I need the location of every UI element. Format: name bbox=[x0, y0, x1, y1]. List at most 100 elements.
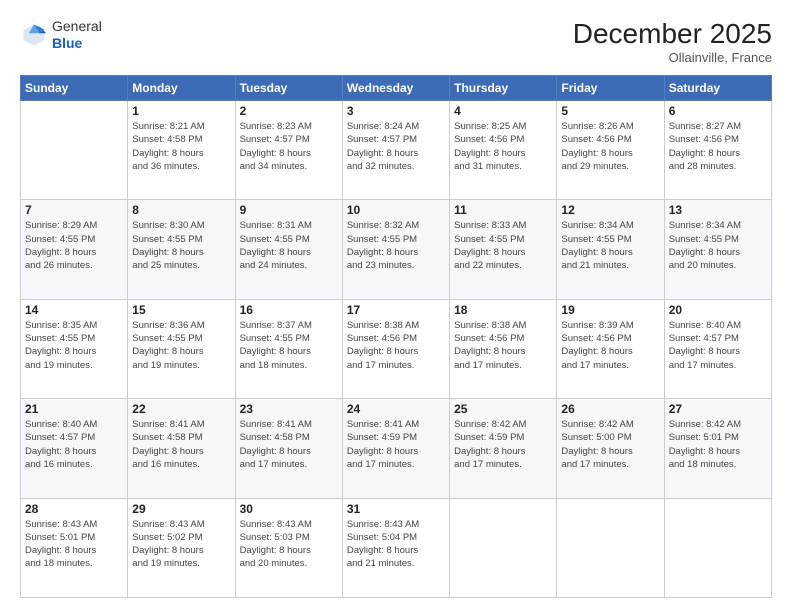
day-info: Sunrise: 8:40 AMSunset: 4:57 PMDaylight:… bbox=[669, 319, 767, 372]
day-info: Sunrise: 8:31 AMSunset: 4:55 PMDaylight:… bbox=[240, 219, 338, 272]
month-title: December 2025 bbox=[573, 18, 772, 50]
day-info: Sunrise: 8:25 AMSunset: 4:56 PMDaylight:… bbox=[454, 120, 552, 173]
calendar-week-row: 1Sunrise: 8:21 AMSunset: 4:58 PMDaylight… bbox=[21, 101, 772, 200]
calendar-cell: 31Sunrise: 8:43 AMSunset: 5:04 PMDayligh… bbox=[342, 498, 449, 597]
calendar-cell: 25 Sunrise: 8:42 AMSunset: 4:59 PMDayligh… bbox=[450, 399, 557, 498]
day-info: Sunrise: 8:29 AMSunset: 4:55 PMDaylight:… bbox=[25, 219, 123, 272]
day-info: Sunrise: 8:39 AMSunset: 4:56 PMDaylight:… bbox=[561, 319, 659, 372]
day-number: 7 bbox=[25, 203, 123, 217]
calendar-cell: 17Sunrise: 8:38 AMSunset: 4:56 PMDayligh… bbox=[342, 299, 449, 398]
day-info: Sunrise: 8:34 AMSunset: 4:55 PMDaylight:… bbox=[669, 219, 767, 272]
day-info: Sunrise: 8:33 AMSunset: 4:55 PMDaylight:… bbox=[454, 219, 552, 272]
day-number: 30 bbox=[240, 502, 338, 516]
day-info: Sunrise: 8:27 AMSunset: 4:56 PMDaylight:… bbox=[669, 120, 767, 173]
day-number: 9 bbox=[240, 203, 338, 217]
day-info: Sunrise: 8:32 AMSunset: 4:55 PMDaylight:… bbox=[347, 219, 445, 272]
calendar-cell: 29 Sunrise: 8:43 AMSunset: 5:02 PMDayligh… bbox=[128, 498, 235, 597]
calendar-header-row: SundayMondayTuesdayWednesdayThursdayFrid… bbox=[21, 76, 772, 101]
calendar-cell: 10 Sunrise: 8:32 AMSunset: 4:55 PMDayligh… bbox=[342, 200, 449, 299]
calendar-cell: 11 Sunrise: 8:33 AMSunset: 4:55 PMDayligh… bbox=[450, 200, 557, 299]
day-number: 10 bbox=[347, 203, 445, 217]
weekday-header: Wednesday bbox=[342, 76, 449, 101]
logo-icon bbox=[20, 21, 48, 49]
calendar-cell: 16Sunrise: 8:37 AMSunset: 4:55 PMDayligh… bbox=[235, 299, 342, 398]
day-number: 18 bbox=[454, 303, 552, 317]
day-number: 29 bbox=[132, 502, 230, 516]
day-number: 20 bbox=[669, 303, 767, 317]
day-number: 5 bbox=[561, 104, 659, 118]
calendar-cell: 23Sunrise: 8:41 AMSunset: 4:58 PMDayligh… bbox=[235, 399, 342, 498]
weekday-header: Monday bbox=[128, 76, 235, 101]
day-info: Sunrise: 8:26 AMSunset: 4:56 PMDaylight:… bbox=[561, 120, 659, 173]
day-info: Sunrise: 8:42 AMSunset: 5:01 PMDaylight:… bbox=[669, 418, 767, 471]
title-area: December 2025 Ollainville, France bbox=[573, 18, 772, 65]
calendar-cell: 18 Sunrise: 8:38 AMSunset: 4:56 PMDayligh… bbox=[450, 299, 557, 398]
day-info: Sunrise: 8:40 AMSunset: 4:57 PMDaylight:… bbox=[25, 418, 123, 471]
calendar-week-row: 28 Sunrise: 8:43 AMSunset: 5:01 PMDayligh… bbox=[21, 498, 772, 597]
day-info: Sunrise: 8:43 AMSunset: 5:01 PMDaylight:… bbox=[25, 518, 123, 571]
day-info: Sunrise: 8:42 AMSunset: 5:00 PMDaylight:… bbox=[561, 418, 659, 471]
calendar-cell: 4Sunrise: 8:25 AMSunset: 4:56 PMDaylight… bbox=[450, 101, 557, 200]
calendar-cell bbox=[450, 498, 557, 597]
calendar-week-row: 14Sunrise: 8:35 AMSunset: 4:55 PMDayligh… bbox=[21, 299, 772, 398]
logo-blue: Blue bbox=[52, 35, 102, 52]
calendar-cell: 14Sunrise: 8:35 AMSunset: 4:55 PMDayligh… bbox=[21, 299, 128, 398]
day-number: 12 bbox=[561, 203, 659, 217]
calendar-week-row: 21 Sunrise: 8:40 AMSunset: 4:57 PMDayligh… bbox=[21, 399, 772, 498]
calendar-cell: 6 Sunrise: 8:27 AMSunset: 4:56 PMDaylight… bbox=[664, 101, 771, 200]
calendar-cell: 12 Sunrise: 8:34 AMSunset: 4:55 PMDayligh… bbox=[557, 200, 664, 299]
day-number: 19 bbox=[561, 303, 659, 317]
day-number: 14 bbox=[25, 303, 123, 317]
day-number: 27 bbox=[669, 402, 767, 416]
day-info: Sunrise: 8:24 AMSunset: 4:57 PMDaylight:… bbox=[347, 120, 445, 173]
calendar-cell: 20 Sunrise: 8:40 AMSunset: 4:57 PMDayligh… bbox=[664, 299, 771, 398]
logo-text: General Blue bbox=[52, 18, 102, 52]
day-info: Sunrise: 8:38 AMSunset: 4:56 PMDaylight:… bbox=[454, 319, 552, 372]
logo: General Blue bbox=[20, 18, 102, 52]
day-info: Sunrise: 8:41 AMSunset: 4:58 PMDaylight:… bbox=[132, 418, 230, 471]
day-number: 28 bbox=[25, 502, 123, 516]
header: General Blue December 2025 Ollainville, … bbox=[20, 18, 772, 65]
day-info: Sunrise: 8:41 AMSunset: 4:59 PMDaylight:… bbox=[347, 418, 445, 471]
day-number: 2 bbox=[240, 104, 338, 118]
day-info: Sunrise: 8:34 AMSunset: 4:55 PMDaylight:… bbox=[561, 219, 659, 272]
day-number: 25 bbox=[454, 402, 552, 416]
weekday-header: Thursday bbox=[450, 76, 557, 101]
day-info: Sunrise: 8:42 AMSunset: 4:59 PMDaylight:… bbox=[454, 418, 552, 471]
calendar-cell: 30 Sunrise: 8:43 AMSunset: 5:03 PMDayligh… bbox=[235, 498, 342, 597]
calendar-cell bbox=[557, 498, 664, 597]
day-number: 13 bbox=[669, 203, 767, 217]
calendar-cell: 3Sunrise: 8:24 AMSunset: 4:57 PMDaylight… bbox=[342, 101, 449, 200]
day-info: Sunrise: 8:41 AMSunset: 4:58 PMDaylight:… bbox=[240, 418, 338, 471]
day-number: 26 bbox=[561, 402, 659, 416]
day-number: 6 bbox=[669, 104, 767, 118]
day-number: 1 bbox=[132, 104, 230, 118]
calendar-cell: 22 Sunrise: 8:41 AMSunset: 4:58 PMDayligh… bbox=[128, 399, 235, 498]
calendar-cell: 8 Sunrise: 8:30 AMSunset: 4:55 PMDaylight… bbox=[128, 200, 235, 299]
weekday-header: Sunday bbox=[21, 76, 128, 101]
day-info: Sunrise: 8:36 AMSunset: 4:55 PMDaylight:… bbox=[132, 319, 230, 372]
location: Ollainville, France bbox=[573, 50, 772, 65]
calendar-cell: 2 Sunrise: 8:23 AMSunset: 4:57 PMDaylight… bbox=[235, 101, 342, 200]
day-number: 21 bbox=[25, 402, 123, 416]
calendar-cell bbox=[664, 498, 771, 597]
calendar-week-row: 7 Sunrise: 8:29 AMSunset: 4:55 PMDaylight… bbox=[21, 200, 772, 299]
page: General Blue December 2025 Ollainville, … bbox=[0, 0, 792, 612]
calendar-cell: 27 Sunrise: 8:42 AMSunset: 5:01 PMDayligh… bbox=[664, 399, 771, 498]
weekday-header: Friday bbox=[557, 76, 664, 101]
calendar-cell: 5 Sunrise: 8:26 AMSunset: 4:56 PMDaylight… bbox=[557, 101, 664, 200]
day-number: 8 bbox=[132, 203, 230, 217]
day-info: Sunrise: 8:43 AMSunset: 5:04 PMDaylight:… bbox=[347, 518, 445, 571]
calendar-cell: 15Sunrise: 8:36 AMSunset: 4:55 PMDayligh… bbox=[128, 299, 235, 398]
day-info: Sunrise: 8:37 AMSunset: 4:55 PMDaylight:… bbox=[240, 319, 338, 372]
weekday-header: Tuesday bbox=[235, 76, 342, 101]
calendar-cell bbox=[21, 101, 128, 200]
day-info: Sunrise: 8:23 AMSunset: 4:57 PMDaylight:… bbox=[240, 120, 338, 173]
day-info: Sunrise: 8:43 AMSunset: 5:02 PMDaylight:… bbox=[132, 518, 230, 571]
day-info: Sunrise: 8:30 AMSunset: 4:55 PMDaylight:… bbox=[132, 219, 230, 272]
day-number: 22 bbox=[132, 402, 230, 416]
day-number: 11 bbox=[454, 203, 552, 217]
day-number: 17 bbox=[347, 303, 445, 317]
day-info: Sunrise: 8:43 AMSunset: 5:03 PMDaylight:… bbox=[240, 518, 338, 571]
calendar-cell: 9 Sunrise: 8:31 AMSunset: 4:55 PMDaylight… bbox=[235, 200, 342, 299]
